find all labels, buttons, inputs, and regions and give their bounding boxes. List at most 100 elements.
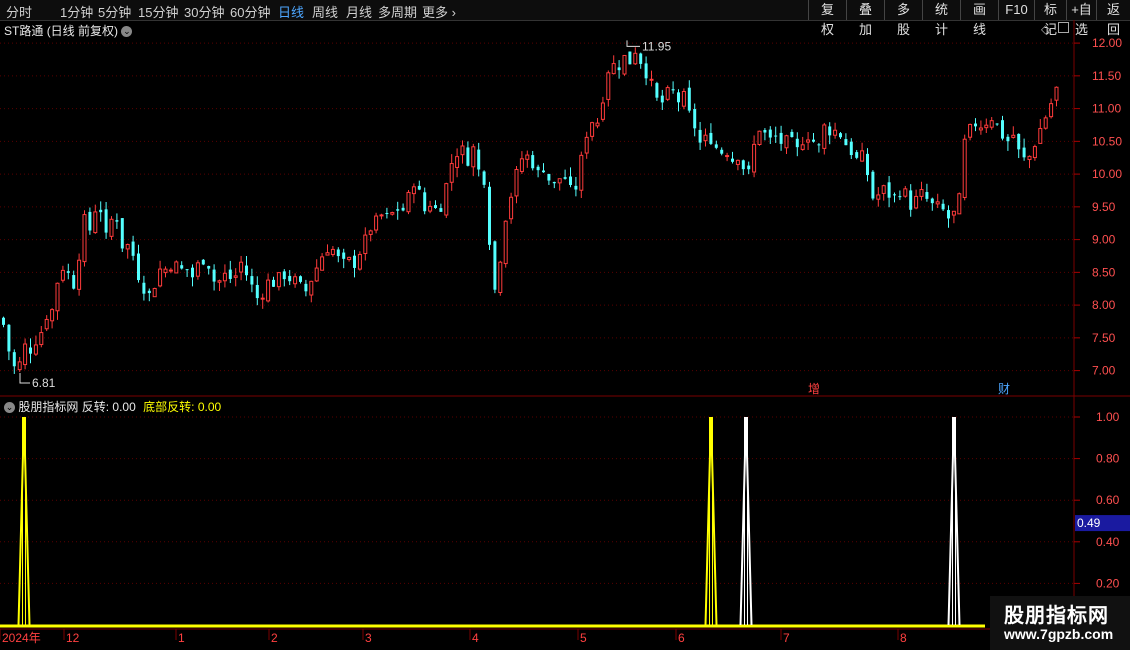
candle-body [525,154,530,160]
time-label: 2024年 [2,631,41,645]
current-value-label: 0.49 [1077,516,1101,530]
tab-fenshi[interactable]: 分时 [6,2,32,21]
candle-body [1027,155,1032,161]
candle-body [1054,86,1059,101]
price-tick-label: 7.50 [1092,331,1116,345]
restore-rights-button[interactable]: 复权 [808,0,846,37]
tab-daily[interactable]: 日线 [278,2,304,21]
candle-body [82,214,87,263]
candle-body [293,276,298,285]
multi-stock-button[interactable]: 多股 [884,0,922,37]
candle-body [368,230,373,235]
candle-body [725,155,730,158]
candle-body [687,87,691,111]
candle-body [693,109,697,129]
candle-body [563,177,567,179]
candle-body [137,253,140,281]
candle-body [649,78,654,81]
candle-body [180,265,184,269]
candle-body [639,53,643,64]
candle-body [147,290,151,294]
candle-body [33,344,38,355]
candle-body [406,191,411,213]
candle-body [163,268,168,274]
candle-body [1006,136,1010,142]
candle-body [968,123,973,138]
candle-body [752,143,757,173]
candle-body [23,343,28,366]
tab-weekly[interactable]: 周线 [312,2,338,21]
candle-body [779,132,783,144]
candle-body [1032,146,1037,159]
tab-multi-period[interactable]: 多周期 [378,2,417,21]
tab-30min[interactable]: 30分钟 [184,2,224,21]
overlay-button[interactable]: 叠加 [846,0,884,37]
candle-body [731,158,734,162]
candle-body [353,255,356,268]
tab-1min[interactable]: 1分钟 [60,2,93,21]
candle-body [844,139,848,146]
tab-more-label: 更多 [422,5,449,20]
time-label: 6 [678,631,685,645]
candle-body [806,139,811,143]
candle-body [951,210,956,216]
candle-body [617,67,621,71]
watermark-url: www.7gpzb.com [1004,626,1114,642]
candle-body [385,213,389,215]
candle-body [444,183,449,216]
candle-body [871,171,875,199]
candle-body [622,54,627,75]
candle-body [482,171,486,185]
candle-body [174,261,179,274]
value-tick-label: 0.20 [1096,576,1120,590]
tab-monthly[interactable]: 月线 [346,2,372,21]
value-tick-label: 1.00 [1096,410,1120,424]
watermark-title: 股朋指标网 [1004,605,1109,627]
candle-body [1049,103,1054,118]
candle-body [455,156,460,168]
tab-more[interactable]: 更多 › [422,2,456,21]
candle-body [995,123,999,125]
candle-body [962,138,967,198]
candle-body [72,275,76,289]
candle-body [812,139,815,142]
candle-body [519,158,524,172]
candle-body [784,135,789,149]
candle-body [757,130,762,146]
f10-button[interactable]: F10 [998,0,1034,20]
tab-5min[interactable]: 5分钟 [98,2,131,21]
candle-body [342,252,346,259]
price-tick-label: 8.50 [1092,265,1116,279]
candle-body [396,209,400,211]
candle-body [12,352,16,367]
candle-body [531,155,535,169]
candle-body [401,207,405,211]
candle-body [557,178,562,184]
candle-body [374,215,379,231]
candle-body [735,159,740,165]
candle-body [228,269,232,279]
candle-body [855,152,859,158]
candle-body [115,220,119,222]
signal-spike-left [947,416,955,626]
candle-body [698,129,702,143]
candle-body [569,176,572,185]
draw-line-button[interactable]: 画线 [960,0,998,37]
mark-button[interactable]: 标记 [1034,0,1066,37]
candle-body [720,149,724,154]
candle-body [104,209,108,233]
candlestick-chart: 12.00 11.50 11.00 10.50 10.00 9.50 9.00 8.50 8.0… [0,20,1130,397]
candle-body [514,168,519,197]
candle-body [547,173,551,181]
back-button[interactable]: 返回 [1096,0,1130,37]
tab-60min[interactable]: 60分钟 [230,2,270,21]
candle-body [109,218,114,237]
time-label: 5 [580,631,587,645]
candle-body [866,153,869,176]
candle-body [860,150,865,162]
add-watchlist-button[interactable]: +自选 [1066,0,1096,37]
candle-body [390,212,395,215]
statistics-button[interactable]: 统计 [922,0,960,37]
candle-body [417,185,421,190]
tab-15min[interactable]: 15分钟 [138,2,178,21]
